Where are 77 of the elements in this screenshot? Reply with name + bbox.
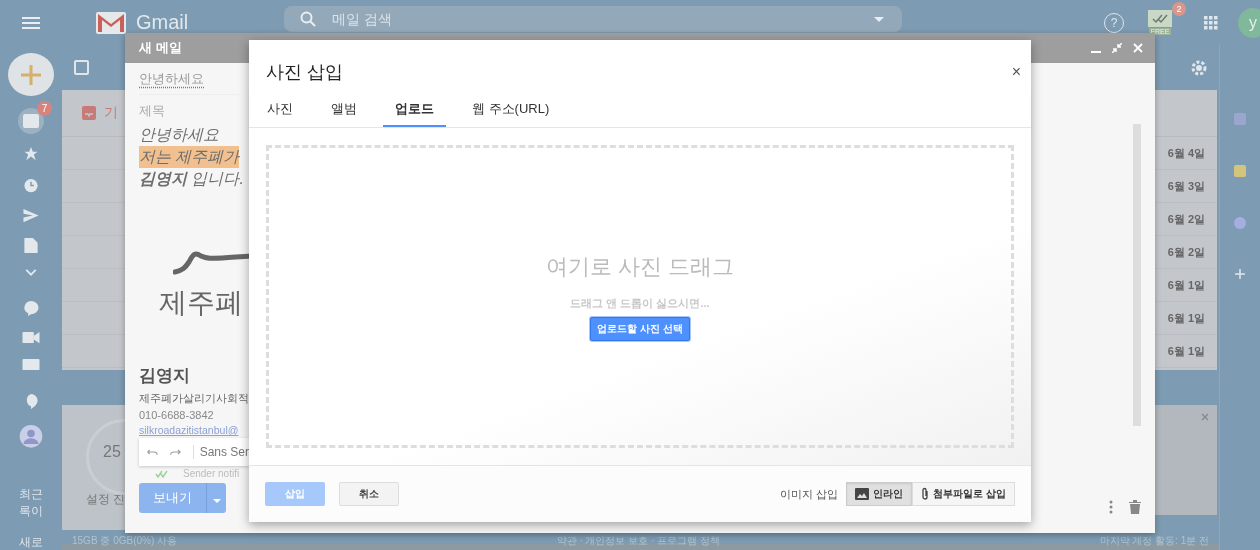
primary-tab[interactable]: 기 xyxy=(104,104,118,122)
insert-mode-option[interactable]: 첨부파일로 삽입 xyxy=(912,482,1015,506)
trash-icon[interactable] xyxy=(1129,500,1141,514)
chat-status-text: 새로 xyxy=(19,534,43,550)
chat-status-text: 최근 xyxy=(19,486,43,503)
plus-icon xyxy=(19,62,43,87)
chat-status-text: 록이 xyxy=(19,503,43,520)
mail-date: 6월 1일 xyxy=(1167,277,1205,293)
menu-icon[interactable] xyxy=(22,16,40,29)
unread-count-badge: 7 xyxy=(37,101,52,117)
close-button[interactable]: × xyxy=(1011,63,1021,81)
tasks-icon[interactable] xyxy=(1234,217,1246,229)
mail-date: 6월 1일 xyxy=(1167,343,1205,359)
mail-date: 6월 1일 xyxy=(1167,310,1205,326)
signature-name: 김영지 xyxy=(139,365,190,387)
signature-email-link[interactable]: silkroadazitistanbul@ xyxy=(139,424,239,436)
caret-icon[interactable] xyxy=(874,16,885,22)
chat-bubble-icon[interactable] xyxy=(23,300,39,316)
video-camera-icon[interactable] xyxy=(22,331,40,343)
undo-icon[interactable] xyxy=(147,447,158,457)
setup-label: 설정 진 xyxy=(86,491,126,508)
notes-icon[interactable] xyxy=(1234,165,1246,177)
send-button[interactable]: 보내기 xyxy=(139,483,206,513)
apps-grid-icon[interactable] xyxy=(1204,15,1218,30)
select-checkbox[interactable] xyxy=(74,60,89,75)
mail-date: 6월 4일 xyxy=(1167,145,1205,161)
subject-field[interactable]: 제목 xyxy=(139,94,239,124)
clock-icon[interactable] xyxy=(23,177,39,193)
chevron-down-icon[interactable] xyxy=(25,268,37,277)
recipient-field[interactable]: 안녕하세요 xyxy=(139,70,204,88)
insert-mode-label: 이미지 삽입 xyxy=(780,486,839,502)
close-icon[interactable] xyxy=(1201,413,1209,421)
compose-title: 새 메일 xyxy=(139,39,182,57)
mail-date: 6월 3일 xyxy=(1167,178,1205,194)
choose-photo-button[interactable]: 업로드할 사진 선택 xyxy=(590,317,690,341)
send-options-button[interactable] xyxy=(206,483,226,513)
star-icon[interactable] xyxy=(23,146,39,162)
image-icon xyxy=(855,488,870,500)
signature-organization: 제주폐가살리기사회적 xyxy=(139,391,249,406)
dialog-tab[interactable]: 앨범 xyxy=(319,92,369,127)
dialog-tab[interactable]: 웹 주소(URL) xyxy=(460,92,562,127)
search-field[interactable]: 메일 검색 xyxy=(284,5,903,32)
settings-icon[interactable] xyxy=(1191,59,1207,76)
redo-icon[interactable] xyxy=(169,447,181,457)
plus-icon[interactable] xyxy=(1235,269,1245,279)
mail-date: 6월 2일 xyxy=(1167,211,1205,227)
message-text-line: 안녕하세요 xyxy=(139,125,219,145)
document-icon[interactable] xyxy=(24,237,38,253)
paperclip-icon xyxy=(921,487,930,501)
drop-zone-title: 여기로 사진 드래그 xyxy=(545,253,735,281)
account-avatar[interactable]: y xyxy=(1238,7,1260,38)
font-selector[interactable]: Sans Ser xyxy=(192,445,249,459)
compose-button[interactable] xyxy=(8,53,54,97)
more-options-icon[interactable] xyxy=(1109,500,1113,514)
inbox-icon xyxy=(23,114,39,129)
notification-badge: 2 xyxy=(1172,1,1186,16)
sender-notification-text: Sender notifi xyxy=(183,468,240,479)
signature-phone: 010-6688-3842 xyxy=(139,409,214,421)
shrink-arrows-icon[interactable] xyxy=(1112,43,1122,53)
insert-mode-option[interactable]: 인라인 xyxy=(846,482,913,506)
search-icon[interactable] xyxy=(300,10,317,27)
caret-icon xyxy=(213,498,221,503)
app-logo-text: Gmail xyxy=(136,11,189,34)
progress-percent: 25 xyxy=(103,443,121,461)
inbox-button[interactable] xyxy=(18,108,44,135)
send-icon[interactable] xyxy=(23,208,39,222)
cancel-button[interactable]: 취소 xyxy=(339,482,399,506)
signature-logo-text: 제주폐 xyxy=(159,286,243,320)
double-check-icon xyxy=(155,469,169,478)
inbox-tab-icon xyxy=(82,106,96,120)
mail-date: 6월 2일 xyxy=(1167,244,1205,260)
mail-logo-icon[interactable] xyxy=(96,11,126,34)
dialog-tab[interactable]: 사진 xyxy=(255,92,305,127)
dialog-title: 사진 삽입 xyxy=(266,61,344,84)
user-avatar-icon[interactable] xyxy=(19,425,43,449)
scrollbar[interactable] xyxy=(1133,124,1141,426)
message-text-line: 김영지 입니다. xyxy=(139,169,244,189)
